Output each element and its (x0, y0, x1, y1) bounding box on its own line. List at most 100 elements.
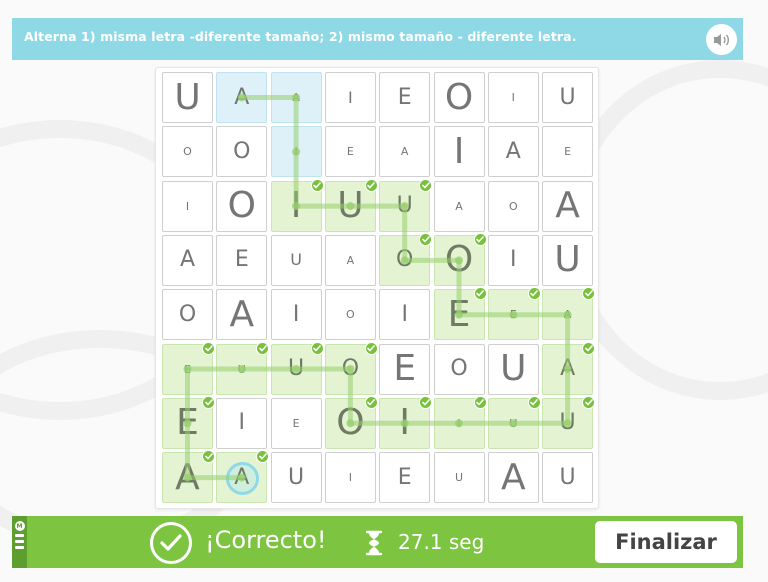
letter-cell[interactable]: I (216, 397, 268, 449)
letter-cell[interactable]: E (379, 452, 431, 504)
elapsed-time: 27.1 seg (398, 530, 485, 554)
letter-cell[interactable]: U (324, 178, 378, 232)
check-icon (419, 395, 433, 409)
check-icon (202, 341, 215, 355)
cell-letter: O (444, 239, 474, 281)
letter-cell[interactable]: E (162, 395, 215, 449)
letter-cell[interactable]: O (162, 289, 213, 341)
letter-cell[interactable]: O (324, 341, 378, 395)
cell-letter: I (457, 416, 461, 430)
letter-cell[interactable]: U (487, 343, 539, 395)
cell-letter: A (400, 145, 409, 159)
instruction-bar: Alterna 1) misma letra -diferente tamaño… (12, 18, 743, 60)
letter-cell[interactable]: I (270, 126, 322, 178)
letter-cell[interactable]: I (379, 289, 431, 341)
letter-cell[interactable]: E (162, 341, 215, 395)
letter-grid: UAAIEOIUOOIEAIAEIOIUUAOAAEUAOOIUOAIOIEEA… (162, 72, 596, 506)
cell-letter: A (346, 253, 355, 267)
letter-cell[interactable]: A (162, 450, 215, 504)
letter-cell[interactable]: E (379, 72, 431, 123)
cell-letter: U (500, 348, 527, 389)
cell-letter: I (348, 87, 353, 107)
letter-cell[interactable]: I (487, 72, 539, 123)
letter-cell[interactable]: U (379, 178, 433, 232)
cell-letter: U (174, 76, 201, 118)
letter-cell[interactable]: U (542, 234, 594, 286)
cell-letter: A (563, 308, 572, 322)
cell-letter: U (396, 193, 413, 219)
cell-letter: O (233, 138, 251, 164)
cell-letter: U (288, 464, 305, 490)
letter-cell[interactable]: O (216, 180, 268, 232)
letter-cell[interactable]: I (433, 126, 485, 178)
check-icon (256, 341, 270, 355)
activity-screen: Alterna 1) misma letra -diferente tamaño… (0, 0, 768, 582)
letter-cell[interactable]: U (433, 452, 485, 504)
letter-cell[interactable]: O (324, 395, 378, 449)
letter-cell[interactable]: A (379, 126, 431, 178)
letter-cell[interactable]: O (433, 232, 487, 286)
letter-cell[interactable]: O (379, 232, 433, 286)
letter-cell[interactable]: A (487, 126, 539, 178)
letter-cell[interactable]: I (487, 234, 539, 286)
cell-letter: U (559, 84, 576, 110)
letter-cell[interactable]: A (542, 341, 596, 395)
letter-cell[interactable]: U (270, 452, 322, 504)
letter-cell[interactable]: O (433, 343, 485, 395)
letter-cell[interactable]: U (162, 72, 213, 123)
check-icon (364, 395, 378, 409)
cell-letter: U (559, 410, 576, 436)
cell-letter: I (185, 199, 190, 213)
letter-cell[interactable]: U (270, 341, 324, 395)
letter-cell[interactable]: U (487, 395, 541, 449)
letter-cell[interactable]: O (162, 126, 213, 178)
letter-cell[interactable]: O (216, 126, 268, 178)
letter-cell[interactable]: U (542, 395, 596, 449)
letter-cell[interactable]: U (216, 341, 270, 395)
letter-cell[interactable]: I (324, 452, 376, 504)
letter-cell[interactable]: O (487, 180, 539, 232)
letter-cell[interactable]: A (542, 180, 594, 232)
cell-letter: A (292, 91, 300, 104)
letter-cell[interactable]: O (433, 72, 485, 123)
letter-cell[interactable]: I (270, 289, 322, 341)
logo-letter: M (14, 521, 25, 531)
cell-letter: I (399, 402, 410, 444)
cell-letter: E (292, 416, 300, 430)
letter-cell[interactable]: A (216, 450, 270, 504)
letter-cell[interactable]: E (487, 287, 541, 341)
cell-letter: I (511, 91, 515, 104)
letter-cell[interactable]: E (433, 287, 487, 341)
cell-letter: A (229, 293, 255, 335)
letter-cell[interactable]: E (324, 126, 376, 178)
letter-cell[interactable]: A (216, 72, 268, 123)
letter-cell[interactable]: E (379, 343, 431, 395)
check-icon (419, 178, 433, 192)
letter-cell[interactable]: U (270, 234, 322, 286)
cell-letter: I (292, 301, 300, 327)
letter-cell[interactable]: I (270, 178, 324, 232)
letter-cell[interactable]: I (324, 72, 376, 123)
letter-cell[interactable]: O (324, 289, 376, 341)
cell-letter: U (337, 185, 364, 227)
letter-cell[interactable]: I (162, 180, 213, 232)
letter-cell[interactable]: A (216, 289, 268, 341)
letter-cell[interactable]: A (162, 234, 213, 286)
letter-cell[interactable]: A (542, 287, 596, 341)
letter-cell[interactable]: E (270, 397, 322, 449)
check-icon (473, 395, 487, 409)
finish-button[interactable]: Finalizar (595, 521, 737, 563)
letter-cell[interactable]: A (433, 180, 485, 232)
letter-cell[interactable]: I (379, 395, 433, 449)
cell-letter: E (184, 362, 191, 376)
letter-cell[interactable]: E (542, 126, 594, 178)
letter-cell[interactable]: E (216, 234, 268, 286)
letter-cell[interactable]: A (487, 452, 539, 504)
letter-cell[interactable]: A (324, 234, 376, 286)
letter-cell[interactable]: U (542, 452, 594, 504)
letter-cell[interactable]: U (542, 72, 594, 123)
sound-button[interactable] (706, 24, 737, 55)
letter-cell[interactable]: A (270, 72, 322, 123)
check-icon (582, 341, 596, 355)
letter-cell[interactable]: I (433, 395, 487, 449)
